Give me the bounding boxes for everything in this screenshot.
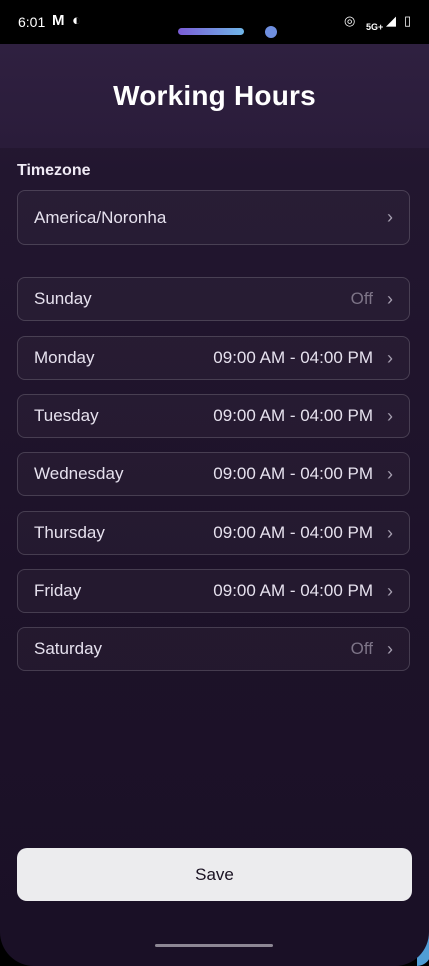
gmail-icon: M (52, 12, 65, 29)
day-hours: 09:00 AM - 04:00 PM (213, 348, 373, 367)
dynamic-pill (178, 28, 244, 35)
day-row-monday[interactable]: Monday 09:00 AM - 04:00 PM › (17, 336, 410, 380)
day-row-wednesday[interactable]: Wednesday 09:00 AM - 04:00 PM › (17, 452, 410, 496)
chevron-right-icon: › (387, 638, 393, 659)
app-notification-icon: ◐ (72, 12, 82, 29)
home-indicator[interactable] (155, 944, 273, 947)
network-type-label: 5G+ (366, 22, 384, 32)
day-hours: Off (350, 639, 373, 658)
day-row-saturday[interactable]: Saturday Off › (17, 627, 410, 671)
day-label: Tuesday (34, 406, 99, 425)
day-label: Monday (34, 348, 95, 367)
chevron-right-icon: › (387, 347, 393, 368)
signal-icon: ◢ (386, 13, 396, 28)
hotspot-icon: ◎ (344, 13, 356, 28)
timezone-value: America/Noronha (34, 207, 167, 227)
day-hours: 09:00 AM - 04:00 PM (213, 523, 373, 542)
page-title: Working Hours (113, 80, 316, 111)
chevron-right-icon: › (387, 463, 393, 484)
battery-icon: ▯ (404, 13, 412, 28)
app-screen: 6:01 M ◐ ◎ 5G+ ◢ ▯ Working Hours Timezon… (0, 0, 429, 966)
status-bar: 6:01 M ◐ ◎ 5G+ ◢ ▯ (0, 0, 429, 44)
day-label: Friday (34, 581, 82, 600)
save-button[interactable]: Save (17, 848, 412, 901)
day-label: Wednesday (34, 464, 124, 483)
timezone-selector[interactable]: America/Noronha › (17, 190, 410, 245)
day-hours: Off (350, 289, 373, 308)
day-label: Thursday (34, 523, 105, 542)
camera-dot (265, 26, 277, 38)
chevron-right-icon: › (387, 580, 393, 601)
day-row-sunday[interactable]: Sunday Off › (17, 277, 410, 321)
page-header: Working Hours (0, 44, 429, 148)
chevron-right-icon: › (387, 405, 393, 426)
day-label: Saturday (34, 639, 103, 658)
day-row-friday[interactable]: Friday 09:00 AM - 04:00 PM › (17, 569, 410, 613)
day-hours: 09:00 AM - 04:00 PM (213, 581, 373, 600)
status-time: 6:01 (18, 14, 46, 30)
chevron-right-icon: › (387, 207, 393, 227)
day-row-tuesday[interactable]: Tuesday 09:00 AM - 04:00 PM › (17, 394, 410, 438)
day-label: Sunday (34, 289, 92, 308)
day-row-thursday[interactable]: Thursday 09:00 AM - 04:00 PM › (17, 511, 410, 555)
chevron-right-icon: › (387, 522, 393, 543)
day-hours: 09:00 AM - 04:00 PM (213, 464, 373, 483)
timezone-label: Timezone (17, 162, 91, 179)
chevron-right-icon: › (387, 288, 393, 309)
day-hours: 09:00 AM - 04:00 PM (213, 406, 373, 425)
